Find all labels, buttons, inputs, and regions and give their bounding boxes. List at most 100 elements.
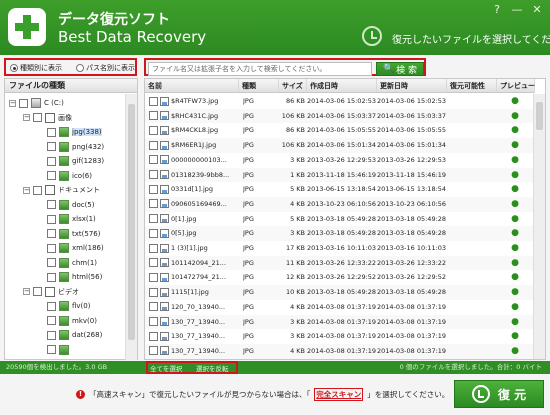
collapse-icon[interactable]: − [23, 288, 30, 295]
tree-checkbox[interactable] [47, 127, 56, 137]
tree-node[interactable]: − ビデオ [23, 285, 79, 299]
row-checkbox[interactable] [149, 346, 158, 356]
recover-button[interactable]: 復 元 [454, 380, 544, 408]
row-checkbox[interactable] [149, 140, 158, 150]
table-row[interactable]: 1 (3)[1].jpg JPG 17 KB 2013-03-16 10:11:03 2… [145, 241, 535, 256]
row-checkbox[interactable] [149, 272, 158, 282]
eye-icon[interactable]: ● [501, 241, 529, 255]
row-checkbox[interactable] [149, 170, 158, 179]
tree-node[interactable]: − ドキュメント [23, 183, 100, 197]
tree-node[interactable]: − C (C:) [9, 96, 64, 110]
eye-icon[interactable]: ● [501, 182, 529, 196]
list-scrollbar[interactable] [533, 94, 545, 359]
row-checkbox[interactable] [149, 111, 158, 121]
tree-node[interactable]: dat(268) [37, 328, 102, 342]
select-all-button[interactable]: 全てを選択 [150, 364, 182, 374]
full-scan-link[interactable]: 完全スキャン [316, 390, 361, 399]
tree-node[interactable]: doc(5) [37, 198, 95, 212]
eye-icon[interactable]: ● [501, 153, 529, 167]
table-row[interactable]: 130_77_13940...JPG3 KB2014-03-08 01:37:1… [145, 359, 535, 360]
tree-checkbox[interactable] [47, 229, 56, 238]
eye-icon[interactable]: ● [501, 256, 529, 270]
tree-node[interactable]: jpg(338) [37, 125, 102, 139]
scrollbar-thumb[interactable] [128, 104, 135, 340]
row-checkbox[interactable] [149, 214, 158, 224]
collapse-icon[interactable]: − [23, 114, 30, 121]
tree-node[interactable]: chm(1) [37, 256, 97, 270]
eye-icon[interactable]: ● [501, 270, 529, 284]
table-row[interactable]: $RM4CKL8.jpg JPG 86 KB 2014-03-06 15:05:55 2… [145, 123, 535, 138]
row-checkbox[interactable] [149, 331, 158, 341]
row-checkbox[interactable] [149, 155, 158, 165]
eye-icon[interactable]: ● [501, 94, 529, 108]
tree-scrollbar[interactable] [125, 94, 137, 360]
col-size[interactable]: サイズ [279, 79, 307, 93]
table-row[interactable]: $RHC431C.jpg JPG 106 KB 2014-03-06 15:03:37… [145, 108, 535, 124]
table-row[interactable]: 0[5].jpg JPG 3 KB 2013-03-18 05:49:28 2013-0… [145, 226, 535, 241]
tree-node[interactable]: − 画像 [23, 111, 72, 125]
eye-icon[interactable]: ● [501, 329, 529, 343]
tree-checkbox[interactable] [33, 185, 42, 195]
table-row[interactable]: 0[1].jpg JPG 5 KB 2013-03-18 05:49:28 2013-0… [145, 212, 535, 227]
eye-icon[interactable]: ● [501, 359, 529, 360]
table-row[interactable]: 000000000103... JPG 3 KB 2013-03-26 12:29:5… [145, 153, 535, 168]
row-checkbox[interactable] [149, 317, 158, 326]
row-checkbox[interactable] [149, 184, 158, 194]
col-type[interactable]: 種類 [239, 79, 279, 93]
eye-icon[interactable]: ● [501, 315, 529, 329]
row-checkbox[interactable] [149, 228, 158, 238]
table-row[interactable]: 101142094_21... JPG 11 KB 2013-03-26 12:33:… [145, 255, 535, 271]
collapse-icon[interactable]: − [9, 99, 16, 107]
minimize-button[interactable]: — [510, 4, 524, 16]
table-row[interactable]: 130_77_13940... JPG 4 KB 2014-03-08 01:37:1… [145, 343, 535, 359]
row-checkbox[interactable] [149, 199, 158, 209]
col-modified[interactable]: 更新日時 [377, 79, 447, 93]
view-by-type-radio[interactable]: 種類別に表示 [10, 63, 62, 73]
close-button[interactable]: ✕ [530, 4, 544, 16]
eye-icon[interactable]: ● [501, 344, 529, 358]
tree-node[interactable]: gif(1283) [37, 154, 104, 168]
table-row[interactable]: 090605169469... JPG 4 KB 2013-10-23 06:10:5… [145, 196, 535, 212]
tree-checkbox[interactable] [33, 287, 42, 296]
view-by-path-radio[interactable]: パス名別に表示 [76, 63, 135, 73]
row-checkbox[interactable] [149, 243, 158, 253]
tree-checkbox[interactable] [47, 316, 56, 325]
tree-checkbox[interactable] [47, 330, 56, 340]
eye-icon[interactable]: ● [501, 123, 529, 137]
table-row[interactable]: 130_77_13940...JPG3 KB2014-03-08 01:37:1… [145, 329, 535, 344]
tree-checkbox[interactable] [47, 272, 56, 282]
eye-icon[interactable]: ● [501, 212, 529, 226]
search-button[interactable]: 🔍 検 索 [376, 62, 424, 76]
tree-checkbox[interactable] [19, 98, 28, 108]
tree-checkbox[interactable] [47, 142, 56, 151]
tree-checkbox[interactable] [47, 345, 56, 354]
table-row[interactable]: 01318239-9bb8... JPG 1 KB 2013-11-18 15:46:… [145, 167, 535, 183]
tree-node[interactable]: ico(6) [37, 169, 92, 183]
tree-checkbox[interactable] [47, 243, 56, 253]
col-recoverability[interactable]: 復元可能性 [447, 79, 497, 93]
eye-icon[interactable]: ● [501, 168, 529, 182]
row-checkbox[interactable] [149, 287, 158, 297]
row-checkbox[interactable] [149, 96, 158, 106]
table-row[interactable]: 120_70_13940... JPG 4 KB 2014-03-08 01:37:1… [145, 300, 535, 315]
tree-node[interactable] [37, 343, 72, 357]
tree-node[interactable]: html(56) [37, 270, 102, 284]
col-preview[interactable]: プレビュー [497, 79, 535, 93]
help-button[interactable]: ? [490, 4, 504, 16]
scrollbar-thumb[interactable] [536, 102, 543, 130]
table-row[interactable]: 130_77_13940...JPG3 KB2014-03-08 01:37:1… [145, 314, 535, 330]
tree-node[interactable]: xlsx(1) [37, 212, 96, 226]
row-checkbox[interactable] [149, 302, 158, 312]
tree-node[interactable]: flv(0) [37, 299, 90, 313]
tree-node[interactable]: xml(186) [37, 241, 104, 255]
tree-checkbox[interactable] [47, 214, 56, 224]
tree-checkbox[interactable] [47, 156, 56, 166]
table-row[interactable]: 101472794_21... JPG 12 KB 2013-03-26 12:29:… [145, 270, 535, 285]
tree-checkbox[interactable] [47, 258, 56, 267]
eye-icon[interactable]: ● [501, 197, 529, 211]
tree-checkbox[interactable] [47, 171, 56, 180]
eye-icon[interactable]: ● [501, 138, 529, 152]
table-row[interactable]: $R4TFW73.jpg JPG 86 KB 2014-03-06 15:02:53 2… [145, 94, 535, 109]
tree-node[interactable]: png(432) [37, 140, 104, 154]
tree-checkbox[interactable] [47, 301, 56, 311]
